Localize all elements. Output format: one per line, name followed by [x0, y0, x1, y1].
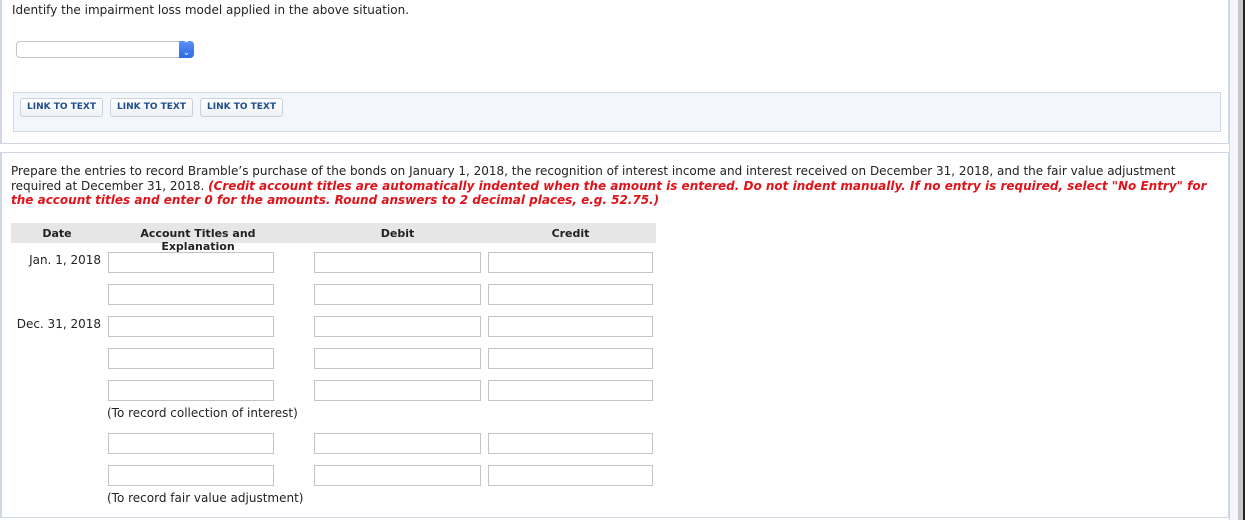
credit-input[interactable] [488, 433, 653, 454]
header-credit: Credit [551, 227, 590, 240]
debit-input[interactable] [314, 348, 481, 369]
debit-input[interactable] [314, 380, 481, 401]
credit-input[interactable] [488, 284, 653, 305]
debit-input[interactable] [314, 284, 481, 305]
account-title-input[interactable] [108, 316, 274, 337]
note-collection-of-interest: (To record collection of interest) [107, 406, 298, 420]
link-to-text-button-2[interactable]: LINK TO TEXT [110, 98, 194, 117]
date-jan-1-2018: Jan. 1, 2018 [29, 253, 101, 267]
links-bar: LINK TO TEXT LINK TO TEXT LINK TO TEXT [13, 92, 1221, 132]
up-down-chevron-icon[interactable]: ⌃ ⌄ [179, 41, 194, 58]
note-fair-value-adjustment: (To record fair value adjustment) [107, 491, 304, 505]
account-title-input[interactable] [108, 380, 274, 401]
link-to-text-button-3[interactable]: LINK TO TEXT [200, 98, 284, 117]
account-title-input[interactable] [108, 433, 274, 454]
scrollbar[interactable] [1238, 0, 1245, 520]
account-title-input[interactable] [108, 465, 274, 486]
impairment-question-panel: Identify the impairment loss model appli… [0, 0, 1229, 144]
debit-input[interactable] [314, 465, 481, 486]
date-dec-31-2018: Dec. 31, 2018 [16, 317, 101, 331]
debit-input[interactable] [314, 316, 481, 337]
credit-input[interactable] [488, 316, 653, 337]
header-debit: Debit [380, 227, 415, 240]
account-title-input[interactable] [108, 348, 274, 369]
header-account: Account Titles and Explanation [140, 227, 256, 253]
debit-input[interactable] [314, 252, 481, 273]
impairment-model-select[interactable]: ⌃ ⌄ [16, 41, 194, 58]
question-label: Identify the impairment loss model appli… [12, 3, 410, 17]
credit-input[interactable] [488, 252, 653, 273]
account-title-input[interactable] [108, 284, 274, 305]
link-to-text-button-1[interactable]: LINK TO TEXT [20, 98, 104, 117]
instructions: Prepare the entries to record Bramble’s … [11, 164, 1216, 208]
journal-table-header: Date Account Titles and Explanation Debi… [11, 223, 656, 253]
header-date: Date [42, 227, 72, 240]
credit-input[interactable] [488, 465, 653, 486]
journal-entry-panel: Prepare the entries to record Bramble’s … [0, 152, 1229, 518]
credit-input[interactable] [488, 348, 653, 369]
account-title-input[interactable] [108, 252, 274, 273]
debit-input[interactable] [314, 433, 481, 454]
credit-input[interactable] [488, 380, 653, 401]
